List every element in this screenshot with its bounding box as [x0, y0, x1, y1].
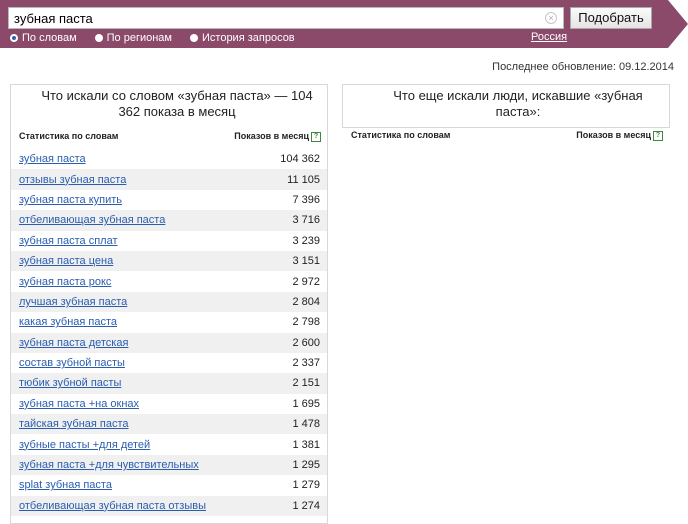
keyword-link[interactable]: зубные пасты +для детей: [19, 439, 150, 451]
mode-label: По регионам: [106, 32, 172, 44]
table-row: зубная паста сплат 3 239: [11, 231, 327, 251]
column-headers: Статистика по словам Показов в месяц?: [11, 129, 327, 143]
column-header-count-label: Показов в месяц: [576, 130, 651, 140]
table-row: тюбик зубной пасты 2 151: [11, 373, 327, 394]
region-link[interactable]: Россия: [531, 31, 567, 43]
keyword-link[interactable]: отзывы зубная паста: [19, 174, 126, 186]
table-row: лучшая зубная паста 2 804: [11, 291, 327, 313]
impression-count: 2 600: [292, 336, 320, 349]
keyword-link[interactable]: зубная паста детская: [19, 337, 128, 349]
keyword-link[interactable]: зубная паста +на окнах: [19, 398, 139, 410]
panel-title: Что искали со словом «зубная паста» — 10…: [41, 88, 313, 119]
impression-count: 2 798: [292, 316, 320, 329]
impression-count: 1 295: [292, 459, 320, 472]
mode-by-words[interactable]: По словам: [10, 32, 77, 44]
impression-count: 1 381: [292, 438, 320, 451]
table-row: зубная паста 104 362: [11, 149, 327, 169]
column-header-count-label: Показов в месяц: [234, 131, 309, 141]
help-icon[interactable]: ?: [653, 130, 663, 141]
keyword-link[interactable]: лучшая зубная паста: [19, 296, 127, 308]
statistics-table: зубная паста 104 362 отзывы зубная паста 11…: [11, 149, 327, 517]
search-box: ×: [8, 7, 564, 29]
related-searches-panel: Что еще искали люди, искавшие «зубная па…: [342, 84, 670, 141]
keyword-link[interactable]: зубная паста рокс: [19, 276, 111, 288]
impression-count: 11 105: [287, 173, 320, 186]
keyword-link[interactable]: тюбик зубной пасты: [19, 377, 121, 389]
search-mode-selector: По словам По регионам История запросов: [10, 30, 313, 46]
impression-count: 1 274: [292, 499, 320, 512]
impression-count: 2 151: [292, 377, 320, 390]
column-headers: Статистика по словам Показов в месяц?: [343, 129, 669, 141]
table-row: зубная паста +на окнах 1 695: [11, 394, 327, 414]
impression-count: 3 239: [292, 234, 320, 247]
table-row: зубная паста +для чувствительных 1 295: [11, 454, 327, 476]
table-row: зубные пасты +для детей 1 381: [11, 434, 327, 454]
table-row: отбеливающая зубная паста 3 716: [11, 210, 327, 231]
impression-count: 2 972: [292, 275, 320, 288]
table-row: зубная паста купить 7 396: [11, 190, 327, 210]
keyword-link[interactable]: состав зубной пасты: [19, 357, 125, 369]
impression-count: 7 396: [292, 193, 320, 206]
column-header-count: Показов в месяц?: [576, 129, 663, 141]
table-row: отбеливающая зубная паста отзывы 1 274: [11, 495, 327, 517]
impression-count: 3 716: [292, 214, 320, 227]
impression-count: 1 279: [292, 479, 320, 492]
mode-by-regions[interactable]: По регионам: [94, 32, 172, 44]
table-row: зубная паста детская 2 600: [11, 332, 327, 353]
clear-icon[interactable]: ×: [545, 12, 557, 24]
header-bar: × Подобрать По словам По регионам Истори…: [0, 0, 688, 48]
keyword-link[interactable]: зубная паста цена: [19, 255, 113, 267]
search-input[interactable]: [9, 8, 544, 28]
table-row: зубная паста рокс 2 972: [11, 271, 327, 291]
table-row: отзывы зубная паста 11 105: [11, 169, 327, 190]
impression-count: 3 151: [292, 255, 320, 268]
keyword-link[interactable]: зубная паста: [19, 153, 86, 165]
panel-title: Что еще искали люди, искавшие «зубная па…: [393, 88, 643, 119]
keyword-link[interactable]: тайская зубная паста: [19, 418, 129, 430]
last-updated: Последнее обновление: 09.12.2014: [492, 61, 674, 73]
table-row: тайская зубная паста 1 478: [11, 414, 327, 435]
table-row: состав зубной пасты 2 337: [11, 353, 327, 373]
mode-query-history[interactable]: История запросов: [190, 32, 295, 44]
impression-count: 1 478: [292, 418, 320, 431]
radio-checked-icon[interactable]: [10, 34, 18, 42]
keyword-link[interactable]: зубная паста сплат: [19, 235, 118, 247]
keyword-link[interactable]: отбеливающая зубная паста отзывы: [19, 500, 206, 512]
table-row: splat зубная паста 1 279: [11, 475, 327, 495]
keyword-link[interactable]: зубная паста купить: [19, 194, 122, 206]
column-header-count: Показов в месяц?: [234, 129, 321, 143]
radio-icon[interactable]: [190, 34, 198, 42]
keyword-link[interactable]: какая зубная паста: [19, 316, 117, 328]
column-header-phrase: Статистика по словам: [351, 130, 451, 140]
impression-count: 1 695: [292, 397, 320, 410]
impression-count: 104 362: [280, 153, 320, 166]
mode-label: По словам: [22, 32, 77, 44]
help-icon[interactable]: ?: [311, 131, 321, 142]
mode-label: История запросов: [202, 32, 295, 44]
keyword-link[interactable]: splat зубная паста: [19, 479, 112, 491]
column-header-phrase: Статистика по словам: [19, 131, 119, 141]
impression-count: 2 337: [292, 357, 320, 370]
impression-count: 2 804: [292, 295, 320, 308]
keyword-link[interactable]: отбеливающая зубная паста: [19, 214, 165, 226]
submit-button[interactable]: Подобрать: [570, 7, 652, 29]
keyword-link[interactable]: зубная паста +для чувствительных: [19, 459, 199, 471]
table-row: какая зубная паста 2 798: [11, 312, 327, 332]
word-statistics-panel: Что искали со словом «зубная паста» — 10…: [10, 84, 328, 524]
table-row: зубная паста цена 3 151: [11, 250, 327, 272]
radio-icon[interactable]: [94, 34, 103, 42]
